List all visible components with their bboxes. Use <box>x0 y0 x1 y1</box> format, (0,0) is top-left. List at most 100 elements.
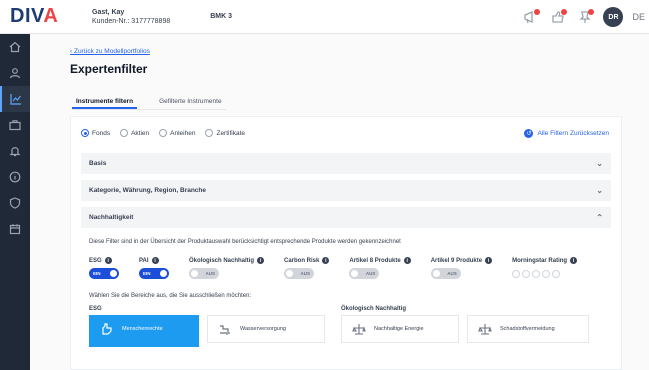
toggle-group-art8: Artikel 8 Produkte i AUS <box>349 257 411 279</box>
artikel-8-toggle[interactable]: AUS <box>349 268 380 279</box>
tile-label: Schadstoffvermeidung <box>500 326 555 332</box>
sidebar-item-chart[interactable] <box>0 86 30 112</box>
rating-circle[interactable] <box>512 270 521 278</box>
sidebar-item-info[interactable] <box>0 164 30 190</box>
carbon-risk-toggle[interactable]: AUS <box>284 268 315 279</box>
toggle-label: Carbon Risk i <box>284 257 330 264</box>
morningstar-rating[interactable] <box>512 270 577 278</box>
notification-dot <box>588 9 595 15</box>
toggle-group-carbon: Carbon Risk i AUS <box>284 257 330 279</box>
toggle-label: Ökologisch Nachhaltig i <box>189 257 265 264</box>
toggle-label-text: Artikel 9 Produkte <box>430 257 483 264</box>
hand-icon <box>102 323 112 335</box>
accordion-nachhaltigkeit[interactable]: Nachhaltigkeit ⌃ <box>81 207 611 228</box>
language-switch[interactable]: DE <box>632 12 645 22</box>
sidebar-item-calendar[interactable] <box>0 216 30 242</box>
app-window: DIVA Gast, Kay Kunden-Nr.: 3177778898 BM… <box>0 0 649 370</box>
avatar[interactable]: DR <box>603 7 624 27</box>
rating-circle[interactable] <box>522 270 531 278</box>
calendar-icon <box>9 224 21 235</box>
esg-toggle[interactable]: EIN <box>89 268 119 279</box>
sidebar-item-home[interactable] <box>0 34 30 60</box>
reset-filters-button[interactable]: ↺ Alle Filtern Zurücksetzen <box>524 129 609 138</box>
tab-bar: Instrumente filtern Gefilterte Instrumen… <box>72 92 226 110</box>
chevron-down-icon: ⌄ <box>596 159 603 168</box>
radio-circle <box>159 129 168 137</box>
sidebar-item-user[interactable] <box>0 60 30 86</box>
accordion-kategorie[interactable]: Kategorie, Währung, Region, Branche ⌄ <box>81 180 611 201</box>
radio-label: Aktien <box>131 129 150 137</box>
toggle-label: Artikel 9 Produkte i <box>430 257 493 264</box>
customer-name: Gast, Kay <box>92 8 125 16</box>
radio-fonds[interactable]: Fonds <box>81 129 110 137</box>
megaphone-icon[interactable] <box>522 8 541 26</box>
diva-logo[interactable]: DIVA <box>0 5 60 28</box>
thumbs-icon[interactable] <box>549 8 568 26</box>
notification-dot <box>534 9 541 15</box>
rating-circle[interactable] <box>552 270 561 278</box>
toggle-label: PAI i <box>139 257 169 264</box>
oeko-toggle[interactable]: AUS <box>189 268 219 279</box>
info-icon[interactable]: i <box>151 257 159 264</box>
sidebar <box>0 34 30 370</box>
chevron-down-icon: ⌄ <box>596 186 603 195</box>
bank-id: BMK 3 <box>210 13 233 20</box>
customer-info: Gast, Kay Kunden-Nr.: 3177778898 <box>92 8 170 26</box>
toggle-group-art9: Artikel 9 Produkte i AUS <box>430 257 493 279</box>
tile-nachhaltige-energie[interactable]: Nachhaltige Energie <box>341 315 459 343</box>
bell-icon <box>9 147 21 157</box>
logo-accent-text: A <box>43 5 59 27</box>
toggle-label-text: Ökologisch Nachhaltig <box>189 257 255 264</box>
notification-dot <box>561 9 568 15</box>
reset-label: Alle Filtern Zurücksetzen <box>537 130 609 137</box>
toggle-label-text: Carbon Risk <box>284 257 320 264</box>
info-icon[interactable]: i <box>403 257 411 264</box>
accordion-label: Kategorie, Währung, Region, Branche <box>89 187 207 194</box>
tile-menschenrechte[interactable]: Menschenrechte <box>89 315 199 343</box>
scale-icon <box>352 324 366 335</box>
filter-card: Fonds Aktien Anleihen Zertifikate ↺ Alle… <box>70 116 622 370</box>
toggle-group-rating: Morningstar Rating i <box>512 257 578 279</box>
info-icon[interactable]: i <box>570 257 578 264</box>
rating-circle[interactable] <box>542 270 551 278</box>
accordion-basis[interactable]: Basis ⌄ <box>81 153 611 174</box>
back-link[interactable]: ‹ Zurück zu Modellportfolios <box>70 48 150 55</box>
toggle-label-text: PAI <box>139 257 149 264</box>
instrument-type-radios: Fonds Aktien Anleihen Zertifikate <box>81 129 245 137</box>
rating-circle[interactable] <box>532 270 541 278</box>
tile-schadstoffvermeidung[interactable]: Schadstoffvermeidung <box>467 315 589 343</box>
tile-label: Menschenrechte <box>122 326 163 332</box>
page-title: Expertenfilter <box>70 62 148 76</box>
info-icon[interactable]: i <box>257 257 265 264</box>
tab-instrumente-filtern[interactable]: Instrumente filtern <box>72 92 138 109</box>
pin-icon[interactable] <box>576 8 595 26</box>
sidebar-item-briefcase[interactable] <box>0 112 30 138</box>
info-icon <box>9 171 21 183</box>
info-icon[interactable]: i <box>485 257 493 264</box>
tile-wasserversorgung[interactable]: Wasserversorgung <box>207 315 325 343</box>
info-icon[interactable]: i <box>104 257 112 264</box>
nachhaltigkeit-description: Diese Filter sind in der Übersicht der P… <box>89 239 401 245</box>
info-icon[interactable]: i <box>322 257 330 264</box>
radio-zertifikate[interactable]: Zertifikate <box>205 129 245 137</box>
toggle-group-oeko: Ökologisch Nachhaltig i AUS <box>189 257 265 279</box>
radio-aktien[interactable]: Aktien <box>120 129 149 137</box>
toggle-group-esg: ESG i EIN <box>89 257 119 279</box>
toggle-label-text: Artikel 8 Produkte <box>349 257 401 264</box>
toggle-label: Morningstar Rating i <box>512 257 578 264</box>
radio-anleihen[interactable]: Anleihen <box>159 129 195 137</box>
tile-label: Wasserversorgung <box>240 326 286 332</box>
radio-circle <box>81 129 89 137</box>
reset-icon: ↺ <box>524 129 534 138</box>
logo-main-text: DIV <box>10 5 44 27</box>
tab-gefilterte-instrumente[interactable]: Gefilterte Instrumente <box>155 92 226 109</box>
artikel-9-toggle[interactable]: AUS <box>430 268 461 279</box>
scale-icon <box>478 324 492 335</box>
customer-number: Kunden-Nr.: 3177778898 <box>92 17 171 25</box>
section-esg-label: ESG <box>89 306 102 312</box>
toggle-group-pai: PAI i EIN <box>139 257 169 279</box>
accordion-label: Basis <box>89 160 107 167</box>
sidebar-item-bell[interactable] <box>0 138 30 164</box>
pai-toggle[interactable]: EIN <box>139 268 169 279</box>
sidebar-item-shield[interactable] <box>0 190 30 216</box>
